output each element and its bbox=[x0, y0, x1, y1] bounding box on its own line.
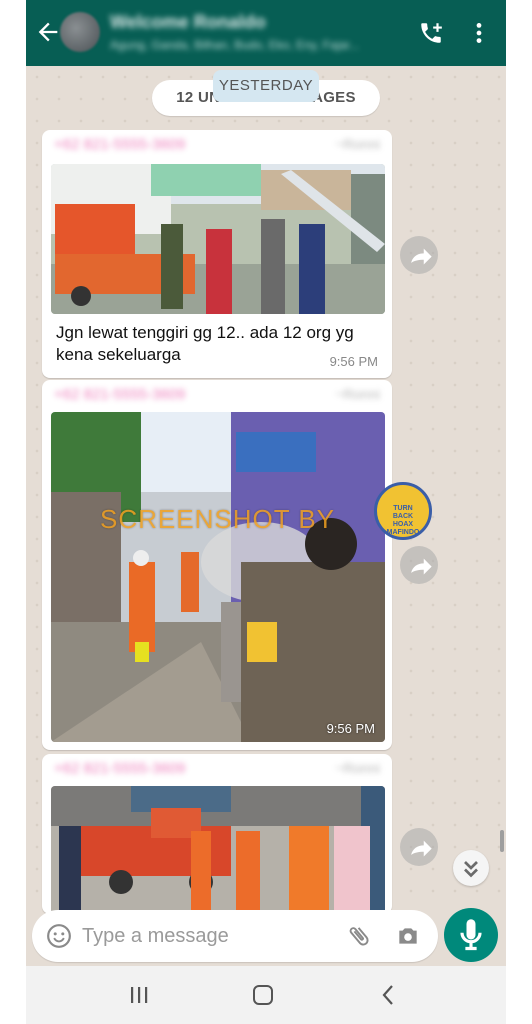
sender-name: ~Ronni bbox=[335, 136, 380, 152]
add-call-icon[interactable] bbox=[418, 20, 444, 46]
message-input[interactable] bbox=[82, 920, 332, 952]
home-icon[interactable] bbox=[252, 984, 274, 1006]
message-caption: Jgn lewat tenggiri gg 12.. ada 12 org yg… bbox=[56, 323, 354, 364]
message-time: 9:56 PM bbox=[329, 354, 378, 369]
forward-button[interactable] bbox=[400, 828, 438, 866]
camera-icon[interactable] bbox=[394, 923, 422, 949]
date-separator: YESTERDAY bbox=[213, 70, 319, 102]
forward-icon bbox=[411, 558, 432, 575]
forward-button[interactable] bbox=[400, 546, 438, 584]
phone-screen: Welcome Ronaldo Agung, Ganda, Bilhan, Bu… bbox=[26, 0, 506, 1024]
forward-icon bbox=[411, 840, 432, 857]
message-bubble[interactable]: +62 821-5555-3609 ~Ronni bbox=[42, 754, 392, 914]
badge-line: HOAX bbox=[392, 521, 414, 528]
message-time: 9:56 PM bbox=[326, 721, 375, 736]
scroll-to-bottom-button[interactable] bbox=[453, 850, 489, 886]
badge-line: BACK bbox=[392, 513, 414, 520]
forward-icon bbox=[411, 248, 432, 265]
double-chevron-down-icon bbox=[464, 861, 478, 878]
message-bubble[interactable]: +62 821-5555-3609 ~Ronni Jgn lewat tengg… bbox=[42, 130, 392, 378]
sender-number[interactable]: +62 821-5555-3609 bbox=[54, 136, 185, 153]
emoji-icon[interactable] bbox=[46, 923, 72, 949]
screenshot-watermark: SCREENSHOT BY bbox=[100, 504, 336, 534]
photo-container[interactable]: 9:56 PM bbox=[51, 412, 385, 742]
message-bubble[interactable]: +62 821-5555-3609 ~Ronni bbox=[42, 380, 392, 750]
group-avatar[interactable] bbox=[60, 12, 100, 52]
sender-number[interactable]: +62 821-5555-3609 bbox=[54, 386, 185, 403]
turnbackhoax-logo: TURN BACK HOAX MAFINDO bbox=[374, 482, 432, 540]
photo-orange-truck-crew[interactable] bbox=[51, 786, 385, 914]
contact-subtitle[interactable]: Agung, Ganda, Bilhan, Budo, Eko, Eny, Fa… bbox=[110, 38, 410, 52]
badge-org: MAFINDO bbox=[386, 529, 420, 536]
scrollbar-thumb[interactable] bbox=[500, 830, 504, 852]
message-composer bbox=[32, 910, 438, 962]
system-nav-bar bbox=[26, 966, 506, 1024]
recent-apps-icon[interactable] bbox=[130, 986, 148, 1004]
chat-area[interactable]: 12 UNREAD MESSAGES YESTERDAY +62 821-555… bbox=[26, 66, 506, 914]
contact-name[interactable]: Welcome Ronaldo bbox=[110, 12, 266, 33]
photo-disinfectant-spraying-alley[interactable] bbox=[51, 412, 385, 742]
sender-name: ~Ronni bbox=[335, 760, 380, 776]
forward-button[interactable] bbox=[400, 236, 438, 274]
sender-name: ~Ronni bbox=[335, 386, 380, 402]
more-vert-icon[interactable] bbox=[470, 20, 488, 46]
mic-icon bbox=[460, 919, 482, 951]
voice-message-button[interactable] bbox=[444, 908, 498, 962]
chat-header: Welcome Ronaldo Agung, Ganda, Bilhan, Bu… bbox=[26, 0, 506, 66]
back-arrow-icon[interactable] bbox=[34, 18, 62, 46]
badge-line: TURN bbox=[393, 505, 413, 512]
nav-back-icon[interactable] bbox=[380, 984, 396, 1006]
attach-icon[interactable] bbox=[346, 923, 372, 949]
sender-number[interactable]: +62 821-5555-3609 bbox=[54, 760, 185, 777]
photo-spraying-crew-truck[interactable] bbox=[51, 164, 385, 314]
